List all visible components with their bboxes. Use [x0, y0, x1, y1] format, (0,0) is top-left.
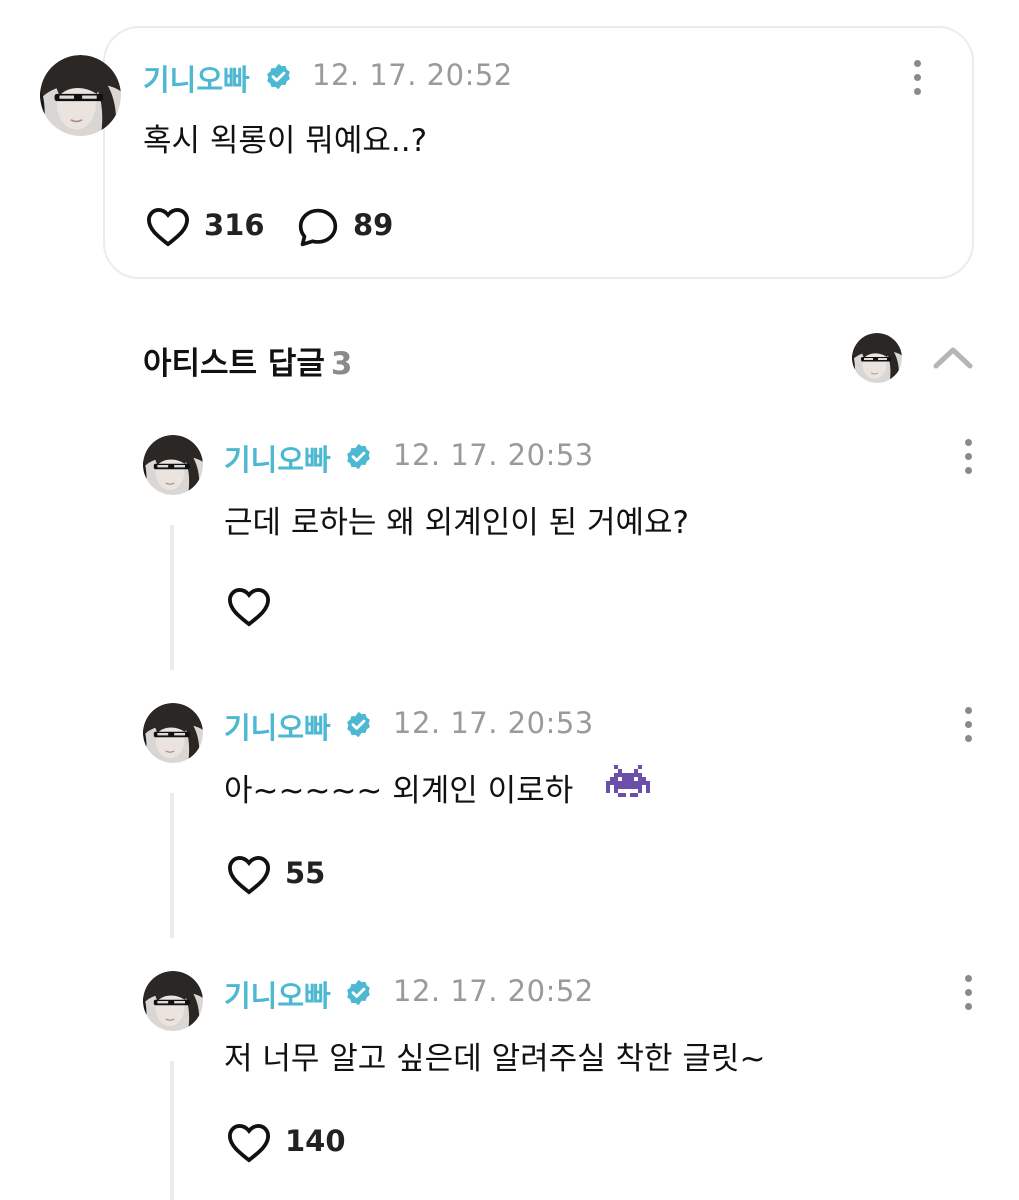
- verified-badge-icon: [267, 63, 290, 90]
- reply-thread-line: [170, 525, 174, 670]
- collapse-chevron-up-icon[interactable]: [932, 344, 974, 370]
- verified-badge-icon: [347, 443, 370, 470]
- artist-replies-header: 아티스트 답글 3: [143, 338, 353, 383]
- reply-more-options-icon[interactable]: [961, 437, 975, 477]
- post-like-heart-icon[interactable]: [145, 205, 191, 247]
- reply-author-name[interactable]: 기니오빠: [224, 973, 331, 1015]
- post-author-name[interactable]: 기니오빠: [143, 57, 250, 99]
- reply-author-name[interactable]: 기니오빠: [224, 437, 331, 479]
- reply-author-name[interactable]: 기니오빠: [224, 705, 331, 747]
- post-timestamp: 12. 17. 20:52: [312, 58, 513, 92]
- post-author-avatar[interactable]: [40, 55, 121, 136]
- reply-more-options-icon[interactable]: [961, 973, 975, 1013]
- section-artist-avatar[interactable]: [852, 333, 902, 383]
- verified-badge-icon: [347, 979, 370, 1006]
- reply-timestamp: 12. 17. 20:52: [393, 974, 594, 1008]
- reply-author-avatar[interactable]: [143, 435, 203, 495]
- post-text: 혹시 왹롱이 뭐예요..?: [143, 123, 428, 159]
- reply-like-heart-icon[interactable]: [226, 853, 272, 895]
- artist-replies-count: 3: [330, 346, 353, 382]
- reply-more-options-icon[interactable]: [961, 705, 975, 745]
- reply-text: 저 너무 알고 싶은데 알려주실 착한 글릿~: [224, 1041, 766, 1077]
- post-more-options-icon[interactable]: [910, 58, 924, 98]
- reply-author-avatar[interactable]: [143, 703, 203, 763]
- verified-badge-icon: [347, 711, 370, 738]
- reply-text: 근데 로하는 왜 외계인이 된 거예요?: [224, 505, 690, 541]
- reply-like-count: 55: [285, 856, 326, 890]
- reply-like-count: 140: [285, 1124, 346, 1158]
- reply-author-avatar[interactable]: [143, 971, 203, 1031]
- reply-thread-line: [170, 793, 174, 938]
- reply-like-heart-icon[interactable]: [226, 1121, 272, 1163]
- reply-thread-line: [170, 1061, 174, 1200]
- reply-text: 아~~~~~ 외계인 이로하: [224, 773, 574, 809]
- post-like-count: 316: [204, 208, 265, 242]
- reply-timestamp: 12. 17. 20:53: [393, 438, 594, 472]
- reply-timestamp: 12. 17. 20:53: [393, 706, 594, 740]
- artist-replies-title: 아티스트 답글: [143, 346, 325, 382]
- reply-like-heart-icon[interactable]: [226, 585, 272, 627]
- post-comment-count: 89: [353, 208, 394, 242]
- post-comment-bubble-icon[interactable]: [296, 206, 340, 248]
- alien-monster-icon: [606, 765, 650, 797]
